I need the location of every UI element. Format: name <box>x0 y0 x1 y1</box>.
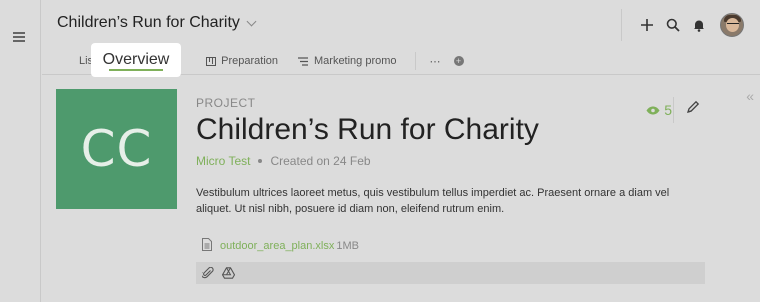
project-title-row[interactable]: Children’s Run for Charity <box>57 14 257 32</box>
divider <box>621 9 622 41</box>
attachment-toolbar <box>196 262 705 284</box>
google-drive-icon[interactable] <box>222 267 235 279</box>
bell-icon[interactable] <box>686 12 712 38</box>
eye-icon <box>646 102 660 118</box>
paperclip-icon[interactable] <box>202 267 214 279</box>
edit-pencil-icon[interactable] <box>686 100 700 119</box>
tab-marketing-promo[interactable]: Marketing promo <box>288 47 407 75</box>
search-icon[interactable] <box>660 12 686 38</box>
project-description: Vestibulum ultrices laoreet metus, quis … <box>196 187 670 215</box>
tab-overview[interactable]: Overview <box>91 43 181 77</box>
project-info: PROJECT Children’s Run for Charity Micro… <box>196 96 706 217</box>
left-rail <box>0 0 41 302</box>
attachment-size: 1MB <box>336 240 359 252</box>
add-icon[interactable] <box>634 12 660 38</box>
top-actions <box>621 0 760 50</box>
collapse-panel-icon[interactable]: « <box>746 88 754 104</box>
watchers[interactable]: 5 <box>646 102 672 118</box>
board-icon <box>206 56 217 66</box>
avatar[interactable] <box>720 13 744 37</box>
divider <box>414 52 416 70</box>
list-icon <box>298 56 309 66</box>
tab-label: Marketing promo <box>314 55 397 67</box>
tab-label: Overview <box>102 51 170 68</box>
more-tabs-icon[interactable]: ⋯ <box>424 55 448 68</box>
add-tab-icon[interactable]: + <box>453 56 464 66</box>
tab-label: Preparation <box>221 55 278 67</box>
created-date: Created on 24 Feb <box>270 154 371 168</box>
separator-dot <box>258 159 263 163</box>
attachment-filename[interactable]: outdoor_area_plan.xlsx <box>220 240 334 252</box>
file-icon <box>202 238 212 254</box>
project-meta: Micro Test Created on 24 Feb <box>196 154 706 168</box>
watcher-count: 5 <box>664 102 672 118</box>
team-link[interactable]: Micro Test <box>196 154 250 168</box>
menu-icon[interactable] <box>13 32 25 42</box>
project-title[interactable]: Children’s Run for Charity <box>57 14 240 32</box>
project-kind: PROJECT <box>196 96 256 110</box>
attachment-item[interactable]: outdoor_area_plan.xlsx 1MB <box>202 238 359 254</box>
tab-preparation[interactable]: Preparation <box>196 47 288 75</box>
project-initials: CC <box>80 120 153 178</box>
divider <box>673 97 674 123</box>
project-logo: CC <box>56 89 177 209</box>
project-heading: Children’s Run for Charity <box>196 113 539 146</box>
chevron-down-icon[interactable] <box>246 16 257 26</box>
